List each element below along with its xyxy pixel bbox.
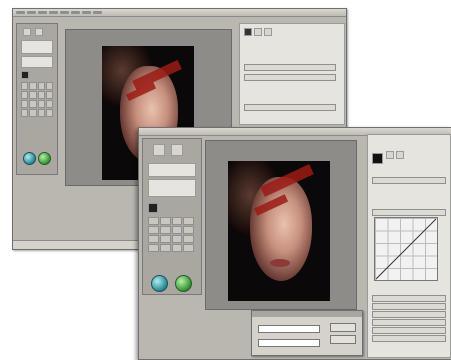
settings-dialog bbox=[251, 310, 363, 356]
menu-item[interactable] bbox=[49, 11, 58, 14]
brush-cell[interactable] bbox=[29, 100, 37, 108]
layers-panel bbox=[239, 23, 345, 125]
tool-panel-left bbox=[16, 23, 58, 175]
brush-cell[interactable] bbox=[159, 244, 171, 252]
brush-cell[interactable] bbox=[148, 235, 159, 243]
tool-button[interactable] bbox=[35, 28, 43, 36]
brush-grid bbox=[21, 82, 53, 117]
green-round-button-icon[interactable] bbox=[175, 275, 192, 292]
tool-button[interactable] bbox=[254, 28, 262, 36]
tool-options-box[interactable] bbox=[21, 40, 53, 54]
panel-row[interactable] bbox=[244, 64, 336, 71]
menu-bar bbox=[13, 9, 346, 17]
brush-cell[interactable] bbox=[183, 235, 194, 243]
brush-cell[interactable] bbox=[148, 217, 159, 225]
menu-item[interactable] bbox=[38, 11, 47, 14]
dialog-field[interactable] bbox=[258, 325, 320, 333]
brush-cell[interactable] bbox=[171, 226, 183, 234]
panel-row[interactable] bbox=[372, 303, 446, 310]
brush-cell[interactable] bbox=[21, 82, 29, 90]
dialog-field[interactable] bbox=[258, 339, 320, 347]
teal-round-button-icon[interactable] bbox=[151, 275, 168, 292]
brush-cell[interactable] bbox=[21, 109, 29, 117]
tool-button[interactable] bbox=[264, 28, 272, 36]
brush-cell[interactable] bbox=[159, 235, 171, 243]
lips-shape bbox=[270, 259, 290, 267]
panel-row[interactable] bbox=[372, 295, 446, 302]
brush-cell[interactable] bbox=[37, 82, 45, 90]
panel-row[interactable] bbox=[372, 319, 446, 326]
brush-cell[interactable] bbox=[183, 217, 194, 225]
brush-cell[interactable] bbox=[159, 226, 171, 234]
brush-cell[interactable] bbox=[148, 226, 159, 234]
brush-cell[interactable] bbox=[21, 100, 29, 108]
curves-graph-icon[interactable] bbox=[374, 217, 438, 281]
menu-item[interactable] bbox=[82, 11, 91, 14]
panel-row[interactable] bbox=[372, 327, 446, 334]
menu-item[interactable] bbox=[93, 11, 102, 14]
brush-cell[interactable] bbox=[171, 217, 183, 225]
tool-options-box[interactable] bbox=[21, 56, 53, 68]
color-swatch[interactable] bbox=[21, 71, 29, 79]
brush-cell[interactable] bbox=[37, 91, 45, 99]
brush-cell[interactable] bbox=[21, 91, 29, 99]
eyedropper-icon[interactable] bbox=[372, 153, 383, 164]
brush-cell[interactable] bbox=[159, 217, 171, 225]
brush-cell[interactable] bbox=[183, 244, 194, 252]
panel-row[interactable] bbox=[372, 209, 446, 216]
menu-item[interactable] bbox=[71, 11, 80, 14]
menu-item[interactable] bbox=[16, 11, 25, 14]
menu-item[interactable] bbox=[60, 11, 69, 14]
brush-cell[interactable] bbox=[37, 100, 45, 108]
dialog-title bbox=[252, 311, 362, 317]
panel-row[interactable] bbox=[372, 311, 446, 318]
tool-options-box[interactable] bbox=[148, 179, 196, 197]
dialog-ok-button[interactable] bbox=[330, 323, 356, 332]
brush-grid bbox=[148, 217, 194, 252]
tool-button[interactable] bbox=[171, 144, 183, 156]
tool-button[interactable] bbox=[396, 151, 404, 159]
tool-options-box[interactable] bbox=[148, 163, 196, 177]
adjustments-panel bbox=[367, 134, 451, 358]
brush-cell[interactable] bbox=[29, 82, 37, 90]
brush-cell[interactable] bbox=[45, 109, 53, 117]
eyedropper-icon[interactable] bbox=[244, 28, 252, 36]
green-round-button-icon[interactable] bbox=[38, 152, 51, 165]
brush-cell[interactable] bbox=[37, 109, 45, 117]
brush-cell[interactable] bbox=[148, 244, 159, 252]
tool-panel-left bbox=[142, 138, 202, 295]
brush-cell[interactable] bbox=[29, 109, 37, 117]
dialog-cancel-button[interactable] bbox=[330, 335, 356, 344]
teal-round-button-icon[interactable] bbox=[23, 152, 36, 165]
tool-button[interactable] bbox=[386, 151, 394, 159]
menu-item[interactable] bbox=[27, 11, 36, 14]
brush-cell[interactable] bbox=[183, 226, 194, 234]
panel-row[interactable] bbox=[244, 74, 336, 81]
brush-cell[interactable] bbox=[45, 82, 53, 90]
brush-cell[interactable] bbox=[29, 91, 37, 99]
canvas-area bbox=[205, 140, 357, 310]
brush-cell[interactable] bbox=[45, 100, 53, 108]
portrait-photo bbox=[228, 161, 330, 301]
tool-button[interactable] bbox=[153, 144, 165, 156]
front-application-window bbox=[138, 127, 451, 360]
brush-cell[interactable] bbox=[45, 91, 53, 99]
brush-cell[interactable] bbox=[171, 235, 183, 243]
panel-row[interactable] bbox=[244, 104, 336, 111]
panel-row[interactable] bbox=[372, 177, 446, 184]
color-swatch[interactable] bbox=[148, 203, 158, 213]
brush-cell[interactable] bbox=[171, 244, 183, 252]
tool-button[interactable] bbox=[23, 28, 31, 36]
curve-line bbox=[375, 218, 437, 280]
panel-row[interactable] bbox=[372, 335, 446, 342]
